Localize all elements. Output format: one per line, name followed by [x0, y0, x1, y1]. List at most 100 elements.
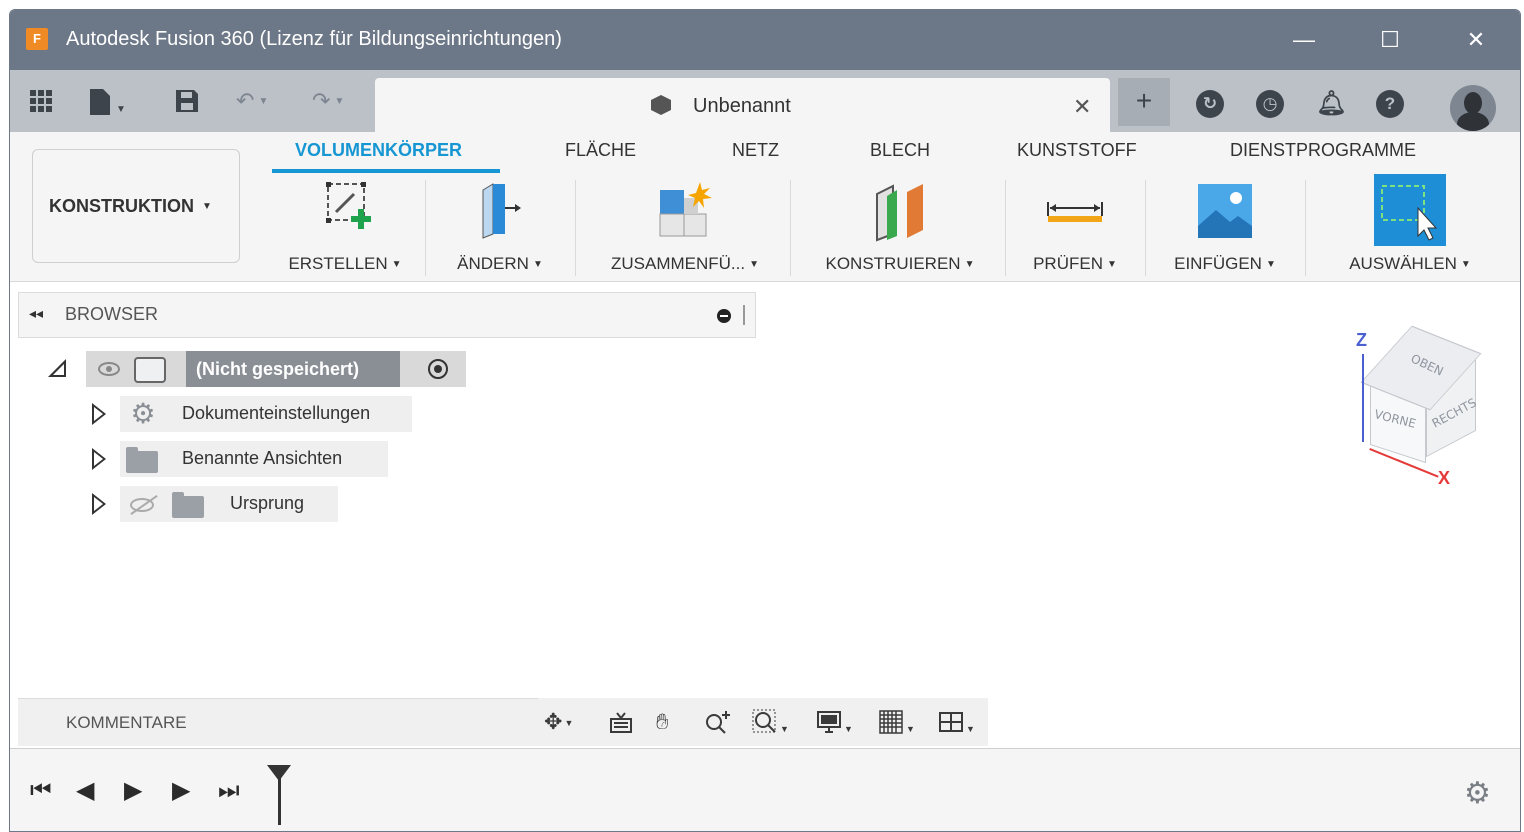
- insert-group[interactable]: EINFÜGEN ▼: [1155, 180, 1295, 280]
- history-icon[interactable]: ◷: [1256, 90, 1284, 118]
- select-group[interactable]: AUSWÄHLEN ▼: [1320, 174, 1500, 280]
- save-icon[interactable]: [174, 88, 200, 120]
- avatar[interactable]: [1450, 85, 1496, 131]
- select-group-label: AUSWÄHLEN ▼: [1349, 254, 1471, 273]
- tree-item-label: Benannte Ansichten: [182, 448, 343, 468]
- orbit-icon[interactable]: ✥ ▼: [544, 709, 573, 736]
- separator: [1305, 180, 1306, 276]
- root-component-label[interactable]: (Nicht gespeichert): [186, 351, 400, 387]
- insert-group-label: EINFÜGEN ▼: [1174, 254, 1276, 273]
- hidden-eye-icon[interactable]: [130, 498, 154, 512]
- look-at-icon[interactable]: [608, 709, 634, 741]
- construct-icon: [869, 180, 931, 242]
- modify-group-label: ÄNDERN ▼: [457, 254, 543, 273]
- comments-label: KOMMENTARE: [66, 713, 187, 732]
- timeline: ⏮︎ ◀ ▶ ▶ ⏭︎ ⚙: [10, 748, 1520, 831]
- notification-icon[interactable]: 🔔︎: [1316, 90, 1346, 118]
- construct-group[interactable]: KONSTRUIEREN ▼: [800, 180, 1000, 280]
- separator: [1145, 180, 1146, 276]
- eye-icon[interactable]: [98, 362, 120, 376]
- create-group[interactable]: ERSTELLEN ▼: [265, 180, 425, 280]
- document-tab[interactable]: Unbenannt ✕: [375, 78, 1110, 134]
- title-bar: F Autodesk Fusion 360 (Lizenz für Bildun…: [10, 10, 1520, 70]
- separator: [1005, 180, 1006, 276]
- window-title: Autodesk Fusion 360 (Lizenz für Bildungs…: [66, 28, 562, 50]
- separator: [425, 180, 426, 276]
- help-icon[interactable]: ?: [1376, 90, 1404, 118]
- tab-kunststoff[interactable]: KUNSTSTOFF: [1017, 140, 1137, 161]
- expand-triangle-icon[interactable]: [92, 493, 106, 515]
- previous-icon[interactable]: ◀: [76, 777, 94, 805]
- app-window: F Autodesk Fusion 360 (Lizenz für Bildun…: [9, 9, 1521, 832]
- grid-icon[interactable]: [28, 88, 54, 120]
- assemble-group[interactable]: ZUSAMMENFÜ... ▼: [585, 180, 785, 280]
- minimize-button[interactable]: —: [1284, 22, 1324, 58]
- separator: [575, 180, 576, 276]
- tree-item-label: Dokumenteinstellungen: [182, 403, 371, 423]
- fit-icon[interactable]: ▼: [752, 709, 789, 742]
- last-icon[interactable]: ⏭︎: [218, 777, 240, 805]
- modify-icon: [469, 180, 531, 242]
- activate-radio-icon[interactable]: [428, 359, 448, 379]
- browser-title: BROWSER: [65, 304, 159, 324]
- tab-flaeche[interactable]: FLÄCHE: [565, 140, 636, 161]
- construct-group-label: KONSTRUIEREN ▼: [825, 254, 975, 273]
- collapse-browser-icon[interactable]: ◂◂: [29, 305, 43, 322]
- pin-browser-icon[interactable]: [743, 305, 749, 325]
- workspace-dropdown[interactable]: KONSTRUKTION ▼: [32, 149, 240, 263]
- component-icon: [134, 357, 166, 383]
- first-icon[interactable]: ⏮︎: [30, 777, 52, 805]
- separator: [790, 180, 791, 276]
- workspace-label: KONSTRUKTION: [49, 196, 194, 216]
- undo-icon[interactable]: ↶ ▼: [236, 88, 268, 115]
- timeline-marker[interactable]: [267, 765, 291, 829]
- modify-group[interactable]: ÄNDERN ▼: [430, 180, 570, 280]
- inspect-group[interactable]: PRÜFEN ▼: [1010, 180, 1140, 280]
- tab-volumenkoerper[interactable]: VOLUMENKÖRPER: [295, 140, 462, 161]
- redo-icon[interactable]: ↷ ▼: [312, 88, 344, 115]
- sync-icon[interactable]: ↻: [1196, 90, 1224, 118]
- expanded-triangle-icon[interactable]: [48, 359, 66, 377]
- gear-icon: ⚙: [130, 398, 156, 429]
- inspect-group-label: PRÜFEN ▼: [1033, 254, 1117, 273]
- grid-settings-icon[interactable]: ▼: [878, 709, 915, 742]
- minimize-browser-icon[interactable]: [717, 309, 731, 323]
- x-axis-label: X: [1438, 468, 1451, 488]
- tree-item-label: Ursprung: [230, 493, 305, 513]
- folder-icon: [172, 492, 204, 518]
- expand-triangle-icon[interactable]: [92, 448, 106, 470]
- inspect-icon: [1044, 180, 1106, 242]
- play-icon[interactable]: ▶: [124, 777, 142, 805]
- document-cube-icon: [651, 95, 671, 115]
- viewcube[interactable]: OBEN VORNE RECHTS Z X: [1346, 320, 1496, 500]
- create-group-label: ERSTELLEN ▼: [288, 254, 402, 273]
- file-icon[interactable]: ▼: [88, 88, 126, 123]
- active-tab-underline: [272, 169, 500, 173]
- new-tab-button[interactable]: +: [1118, 78, 1170, 126]
- toolbar-ribbon: KONSTRUKTION ▼ VOLUMENKÖRPER FLÄCHE NETZ …: [10, 132, 1520, 282]
- fusion-logo-icon: F: [26, 28, 48, 50]
- tab-dienstprogramme[interactable]: DIENSTPROGRAMME: [1230, 140, 1416, 161]
- assemble-icon: [654, 180, 716, 242]
- tab-netz[interactable]: NETZ: [732, 140, 779, 161]
- browser-panel-header: ◂◂ BROWSER: [18, 292, 756, 338]
- close-button[interactable]: ✕: [1456, 22, 1496, 58]
- tab-blech[interactable]: BLECH: [870, 140, 930, 161]
- expand-triangle-icon[interactable]: [92, 403, 106, 425]
- insert-icon: [1194, 180, 1256, 242]
- close-tab-icon[interactable]: ✕: [1073, 94, 1091, 120]
- pan-icon[interactable]: ✋︎: [656, 709, 669, 735]
- folder-icon: [126, 447, 158, 473]
- zoom-icon[interactable]: [704, 709, 732, 741]
- display-settings-icon[interactable]: ▼: [816, 709, 853, 742]
- viewports-icon[interactable]: ▼: [938, 709, 975, 742]
- create-sketch-icon: [314, 180, 376, 242]
- timeline-settings-icon[interactable]: ⚙: [1464, 779, 1491, 809]
- select-icon: [1374, 174, 1446, 246]
- comments-panel[interactable]: KOMMENTARE: [18, 698, 538, 746]
- navigation-toolbar: ✥ ▼ ✋︎ ▼ ▼ ▼ ▼: [538, 698, 988, 746]
- z-axis-label: Z: [1356, 330, 1367, 350]
- quick-access-bar: ▼ ↶ ▼ ↷ ▼ Unbenannt ✕ + ↻ ◷ 🔔︎ ?: [10, 70, 1520, 134]
- next-icon[interactable]: ▶: [172, 777, 190, 805]
- maximize-button[interactable]: ☐: [1370, 22, 1410, 58]
